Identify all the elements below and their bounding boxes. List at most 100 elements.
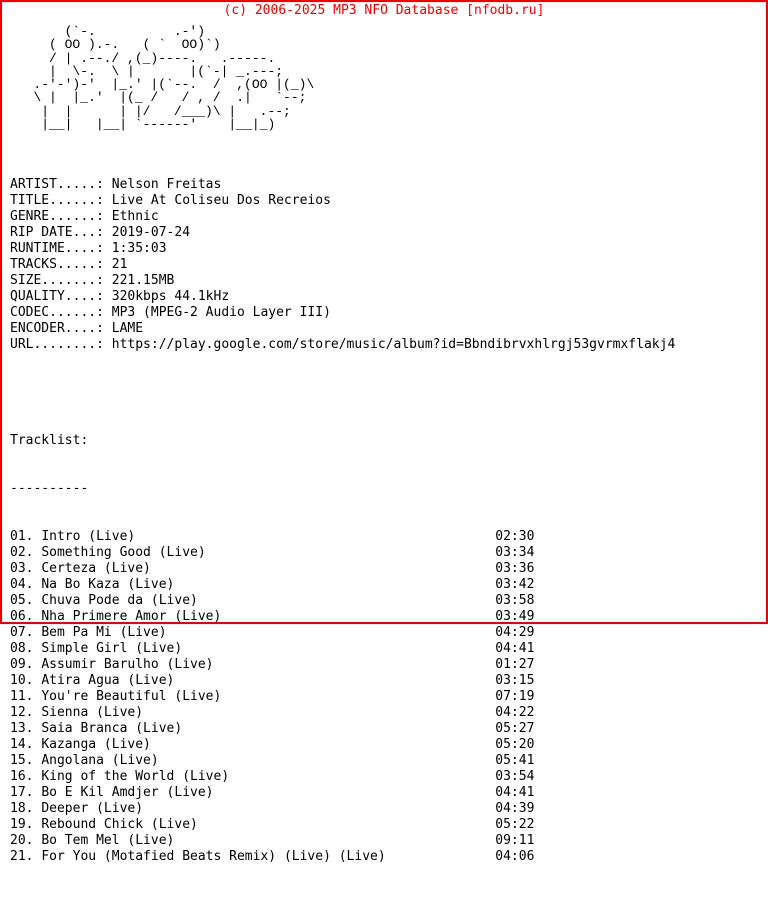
track-gap [143, 801, 495, 816]
track-gap [135, 529, 495, 544]
info-field: ARTIST.....: Nelson Freitas [10, 177, 766, 193]
track-gap [221, 689, 495, 704]
nfo-page: (c) 2006-2025 MP3 NFO Database [nfodb.ru… [0, 0, 768, 864]
info-field-value: 1:35:03 [103, 241, 167, 257]
track-row: 15. Angolana (Live) 05:41 [10, 753, 766, 769]
track-duration: 05:22 [495, 817, 535, 833]
track-title: Rebound Chick (Live) [41, 817, 198, 833]
track-gap [386, 849, 496, 864]
track-gap [198, 817, 495, 832]
track-title: Bo E Kil Amdjer (Live) [41, 785, 214, 801]
track-number: 02. [10, 545, 34, 561]
track-title: Deeper (Live) [41, 801, 144, 817]
info-field: ENCODER....: LAME [10, 321, 766, 337]
info-field-value: 2019-07-24 [103, 225, 191, 241]
info-field-label: QUALITY....: [10, 289, 104, 305]
track-number: 19. [10, 817, 34, 833]
track-number: 18. [10, 801, 34, 817]
track-title: Na Bo Kaza (Live) [41, 577, 175, 593]
track-gap [182, 721, 495, 736]
ascii-art-logo: (`-. .-') ( OO ).-. ( ` OO)`) / | .--./ … [33, 24, 315, 133]
track-duration: 04:41 [495, 785, 535, 801]
tracklist-heading: Tracklist: [10, 433, 89, 449]
info-field-value: Ethnic [103, 209, 159, 225]
track-number: 08. [10, 641, 34, 657]
track-title: Something Good (Live) [41, 545, 206, 561]
track-gap [143, 705, 495, 720]
track-row: 05. Chuva Pode da (Live) 03:58 [10, 593, 766, 609]
track-row: 17. Bo E Kil Amdjer (Live) 04:41 [10, 785, 766, 801]
track-number: 04. [10, 577, 34, 593]
track-number: 15. [10, 753, 34, 769]
track-title: Certeza (Live) [41, 561, 151, 577]
track-duration: 05:20 [495, 737, 535, 753]
track-gap [182, 641, 495, 656]
track-duration: 04:29 [495, 625, 535, 641]
track-gap [214, 657, 496, 672]
info-field: QUALITY....: 320kbps 44.1kHz [10, 289, 766, 305]
info-field-value: Nelson Freitas [103, 177, 222, 193]
track-title: Atira Agua (Live) [41, 673, 175, 689]
info-field-list: ARTIST.....: Nelson Freitas TITLE......: … [10, 177, 766, 353]
track-row: 03. Certeza (Live) 03:36 [10, 561, 766, 577]
track-title: Intro (Live) [41, 529, 136, 545]
track-duration: 04:22 [495, 705, 535, 721]
info-field-label: ENCODER....: [10, 321, 104, 337]
track-gap [174, 673, 495, 688]
track-number: 06. [10, 609, 34, 625]
track-number: 21. [10, 849, 34, 865]
info-field-label: TRACKS.....: [10, 257, 104, 273]
track-row: 06. Nha Primere Amor (Live) 03:49 [10, 609, 766, 625]
track-number: 13. [10, 721, 34, 737]
info-field-value: 320kbps 44.1kHz [103, 289, 230, 305]
track-duration: 03:49 [495, 609, 535, 625]
track-title: Bo Tem Mel (Live) [41, 833, 175, 849]
track-gap [221, 609, 495, 624]
track-title: Sienna (Live) [41, 705, 144, 721]
track-gap [167, 625, 496, 640]
track-title: Assumir Barulho (Live) [41, 657, 214, 673]
track-number: 07. [10, 625, 34, 641]
track-duration: 03:42 [495, 577, 535, 593]
track-duration: 03:36 [495, 561, 535, 577]
track-title: You're Beautiful (Live) [41, 689, 222, 705]
info-field-value: https://play.google.com/store/music/albu… [103, 337, 676, 353]
track-row: 21. For You (Motafied Beats Remix) (Live… [10, 849, 766, 865]
info-field-value: 21 [103, 257, 128, 273]
info-field-label: RIP DATE...: [10, 225, 104, 241]
info-field-label: ARTIST.....: [10, 177, 104, 193]
tracklist-divider: ---------- [10, 481, 89, 497]
track-row: 04. Na Bo Kaza (Live) 03:42 [10, 577, 766, 593]
track-row: 20. Bo Tem Mel (Live) 09:11 [10, 833, 766, 849]
track-row: 10. Atira Agua (Live) 03:15 [10, 673, 766, 689]
info-field-label: SIZE.......: [10, 273, 104, 289]
track-row: 19. Rebound Chick (Live) 05:22 [10, 817, 766, 833]
track-duration: 03:54 [495, 769, 535, 785]
track-title: Angolana (Live) [41, 753, 159, 769]
info-field: URL........: https://play.google.com/sto… [10, 337, 766, 353]
track-number: 10. [10, 673, 34, 689]
track-number: 03. [10, 561, 34, 577]
track-number: 14. [10, 737, 34, 753]
track-duration: 04:06 [495, 849, 535, 865]
track-duration: 05:41 [495, 753, 535, 769]
track-gap [174, 833, 495, 848]
track-gap [174, 577, 495, 592]
info-field-label: URL........: [10, 337, 104, 353]
tracklist-rows: 01. Intro (Live) 02:30 02. Something Good… [10, 529, 766, 865]
track-title: Nha Primere Amor (Live) [41, 609, 222, 625]
info-field: GENRE......: Ethnic [10, 209, 766, 225]
track-row: 01. Intro (Live) 02:30 [10, 529, 766, 545]
info-field-label: TITLE......: [10, 193, 104, 209]
track-row: 13. Saia Branca (Live) 05:27 [10, 721, 766, 737]
track-row: 18. Deeper (Live) 04:39 [10, 801, 766, 817]
track-row: 14. Kazanga (Live) 05:20 [10, 737, 766, 753]
track-gap [229, 769, 495, 784]
info-field-value: LAME [103, 321, 144, 337]
track-gap [198, 593, 495, 608]
track-duration: 03:34 [495, 545, 535, 561]
track-number: 01. [10, 529, 34, 545]
track-duration: 09:11 [495, 833, 535, 849]
track-title: Saia Branca (Live) [41, 721, 183, 737]
